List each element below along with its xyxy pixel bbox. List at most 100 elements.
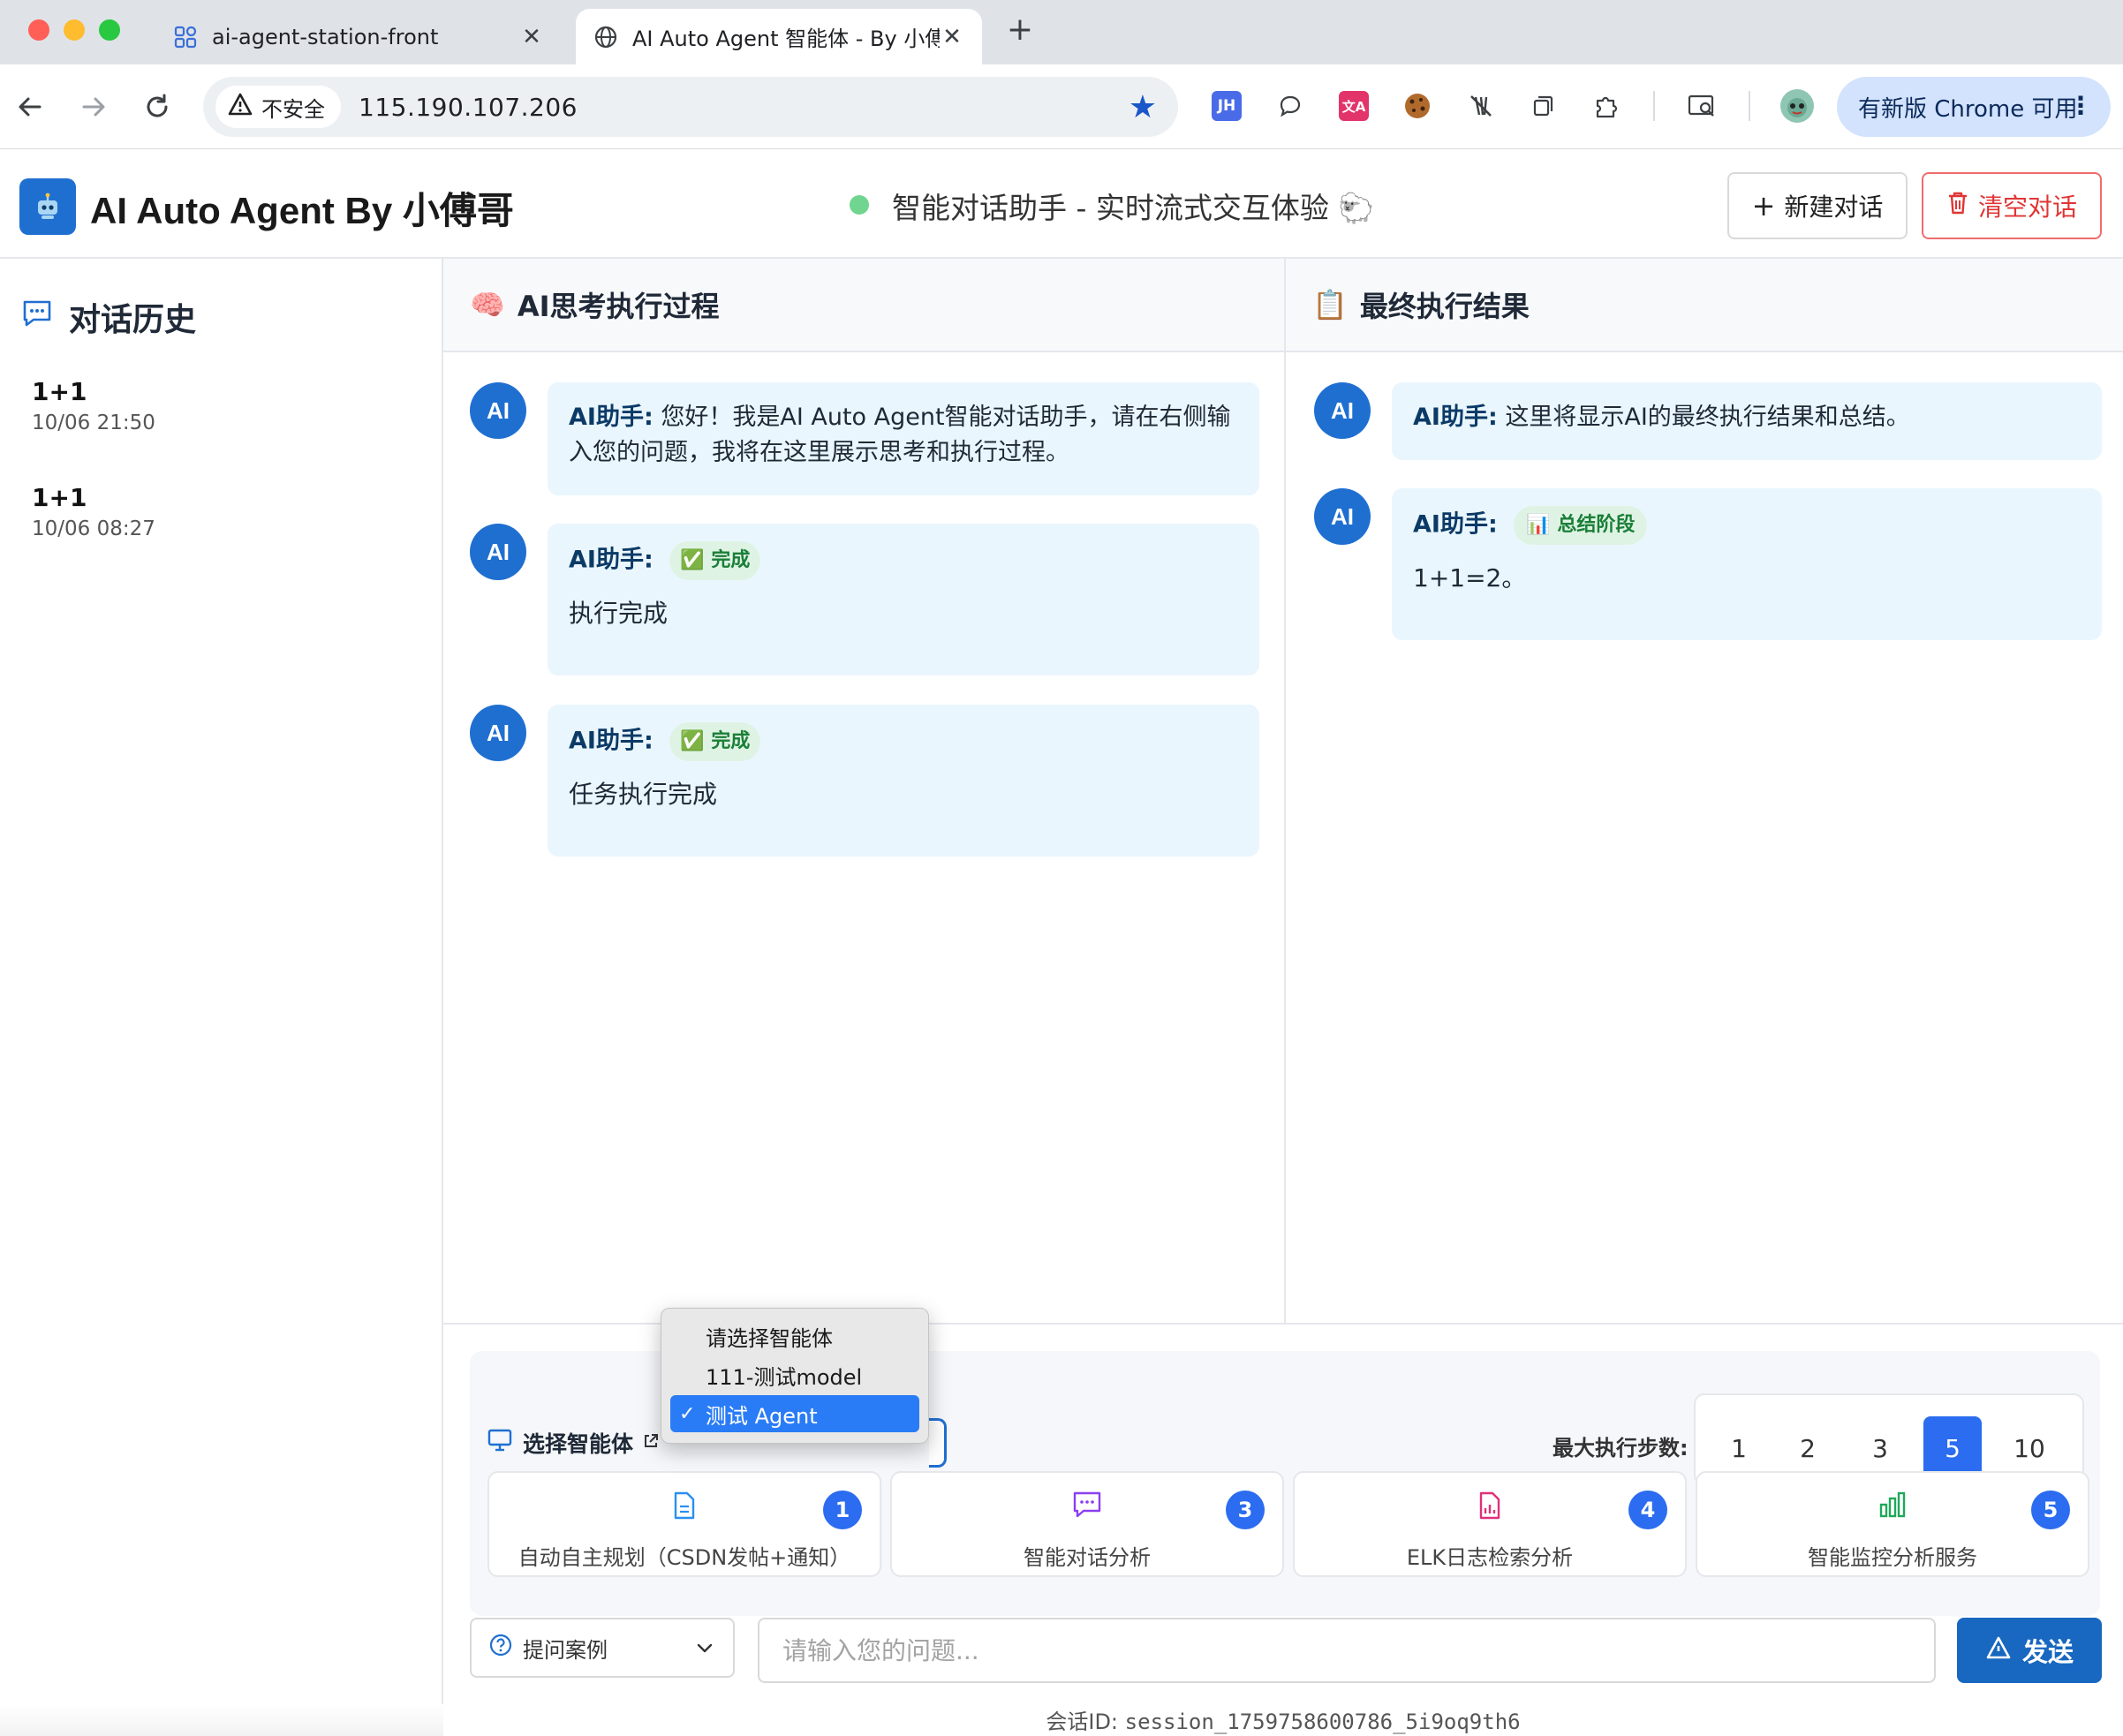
tab-ai-auto-agent[interactable]: AI Auto Agent 智能体 - By 小傅 ✕ (576, 9, 982, 64)
session-id-label: 会话ID: (1046, 1710, 1119, 1734)
message-bubble: AI助手: 您好！我是AI Auto Agent智能对话助手，请在右侧输入您的问… (548, 382, 1259, 495)
result-panel-title: 最终执行结果 (1359, 290, 1530, 323)
forward-button[interactable] (72, 86, 115, 128)
trash-icon (1946, 189, 1969, 223)
history-item-time: 10/06 21:50 (32, 411, 155, 434)
speaker-label: AI助手: (1413, 510, 1498, 539)
close-icon[interactable]: ✕ (519, 24, 544, 50)
sidebar-title: 对话历史 (21, 294, 196, 340)
send-icon (1985, 1635, 2012, 1666)
kebab-menu-icon[interactable]: ⋮ (2068, 91, 2093, 120)
new-chat-button[interactable]: + 新建对话 (1727, 172, 1908, 239)
history-item[interactable]: 1+1 10/06 21:50 (32, 377, 420, 434)
new-tab-button[interactable]: + (1005, 12, 1035, 48)
help-circle-icon (489, 1634, 512, 1662)
tab-copy-icon[interactable] (1524, 87, 1561, 125)
agent-option-selected[interactable]: ✓ 测试 Agent (670, 1395, 919, 1432)
agent-card[interactable]: 5 智能监控分析服务 (1696, 1471, 2089, 1577)
message-bubble: AI助手: 📊 总结阶段 1+1=2。 (1392, 488, 2102, 640)
session-id: 会话ID: session_1759758600786_5i9oq9th6 (443, 1704, 2123, 1735)
window-minimize-button[interactable] (64, 19, 85, 41)
message-bubble: AI助手: ✅ 完成 执行完成 (548, 524, 1259, 676)
blocker-icon[interactable] (1462, 87, 1500, 125)
agent-select-label: 选择智能体 (487, 1427, 660, 1459)
translate-icon[interactable]: 文A (1335, 87, 1372, 125)
chat-bubble-icon[interactable] (1272, 87, 1309, 125)
agent-card[interactable]: 1 自动自主规划（CSDN发帖+通知） (487, 1471, 881, 1577)
app-grid-icon (173, 25, 198, 49)
send-label: 发送 (2021, 1637, 2074, 1667)
clipboard-icon: 📋 (1312, 288, 1348, 321)
tab-title: AI Auto Agent 智能体 - By 小傅 (632, 26, 940, 51)
avatar: AI (470, 705, 526, 761)
card-number-badge: 5 (2031, 1491, 2070, 1529)
session-id-value: session_1759758600786_5i9oq9th6 (1124, 1710, 1521, 1734)
cookie-icon[interactable] (1399, 87, 1436, 125)
status-indicator (850, 195, 869, 215)
reload-button[interactable] (136, 86, 178, 128)
update-label: 有新版 Chrome 可用 (1858, 95, 2078, 123)
history-sidebar: 对话历史 1+1 10/06 21:50 1+1 10/06 08:27 (0, 259, 443, 1736)
status-badge: ✅ 完成 (669, 541, 761, 580)
history-item[interactable]: 1+1 10/06 08:27 (32, 483, 420, 540)
question-input[interactable] (758, 1618, 1936, 1683)
message-body: 1+1=2。 (1413, 563, 1527, 593)
bookmark-star-icon[interactable]: ★ (1129, 89, 1157, 125)
external-link-icon[interactable] (642, 1432, 660, 1454)
send-button[interactable]: 发送 (1957, 1618, 2102, 1683)
speaker-label: AI助手: (569, 546, 654, 574)
avatar: AI (470, 382, 526, 439)
address-bar[interactable]: 不安全 115.190.107.206 ★ (203, 77, 1178, 137)
result-panel-header: 📋 最终执行结果 (1286, 259, 2123, 352)
jh-extension-icon[interactable]: JH (1208, 87, 1245, 125)
history-item-title: 1+1 (32, 377, 87, 406)
clear-chat-button[interactable]: 清空对话 (1922, 172, 2102, 239)
thinking-panel-header: 🧠 AI思考执行过程 (443, 259, 1284, 352)
question-examples-select[interactable]: 提问案例 (470, 1618, 735, 1678)
max-steps-label: 最大执行步数: (1553, 1436, 1689, 1461)
status-badge: ✅ 完成 (669, 722, 761, 761)
agent-card[interactable]: 3 智能对话分析 (890, 1471, 1284, 1577)
thinking-panel: 🧠 AI思考执行过程 AI AI助手: 您好！我是AI Auto Agent智能… (443, 259, 1286, 1323)
toolbar-divider (1653, 91, 1655, 121)
agent-option[interactable]: 请选择智能体 (670, 1317, 919, 1355)
agent-select-dropdown: 请选择智能体 111-测试model ✓ 测试 Agent (661, 1308, 929, 1444)
back-button[interactable] (9, 86, 51, 128)
app-title: AI Auto Agent By 小傅哥 (90, 190, 514, 231)
security-chip[interactable]: 不安全 (215, 86, 341, 128)
status-badge: 📊 总结阶段 (1514, 506, 1648, 545)
message-bubble: AI助手: 这里将显示AI的最终执行结果和总结。 (1392, 382, 2102, 460)
tab-ai-agent-station-front[interactable]: ai-agent-station-front ✕ (155, 9, 562, 64)
chat-icon (1069, 1491, 1105, 1519)
security-label: 不安全 (261, 96, 325, 122)
card-label: 自动自主规划（CSDN发帖+通知） (518, 1545, 851, 1570)
tab-search-icon[interactable] (1683, 87, 1720, 125)
profile-avatar-icon[interactable] (1779, 87, 1816, 125)
result-panel: 📋 最终执行结果 AI AI助手: 这里将显示AI的最终执行结果和总结。 AI … (1286, 259, 2123, 1323)
card-number-badge: 4 (1628, 1491, 1667, 1529)
agent-option[interactable]: 111-测试model (670, 1356, 919, 1393)
examples-label: 提问案例 (523, 1637, 608, 1663)
plus-icon: + (1751, 189, 1776, 223)
report-icon (1472, 1491, 1507, 1521)
agent-card[interactable]: 4 ELK日志检索分析 (1293, 1471, 1687, 1577)
toolbar-divider (1749, 91, 1750, 121)
document-icon (667, 1491, 702, 1521)
puzzle-icon[interactable] (1588, 87, 1625, 125)
agent-select[interactable] (929, 1418, 947, 1468)
window-zoom-button[interactable] (99, 19, 120, 41)
warning-icon (228, 93, 253, 121)
url-text[interactable]: 115.190.107.206 (359, 93, 578, 122)
tab-title: ai-agent-station-front (212, 24, 439, 49)
chrome-update-button[interactable]: 有新版 Chrome 可用 ⋮ (1837, 77, 2111, 137)
chevron-down-icon (694, 1637, 715, 1664)
message-body: 执行完成 (569, 599, 669, 628)
close-icon[interactable]: ✕ (940, 24, 964, 50)
window-close-button[interactable] (28, 19, 49, 41)
message-text: 您好！我是AI Auto Agent智能对话助手，请在右侧输入您的问题，我将在这… (569, 404, 1231, 466)
message-text: 这里将显示AI的最终执行结果和总结。 (1505, 404, 1910, 431)
app-subtitle: 智能对话助手 - 实时流式交互体验 🐑 (892, 191, 1375, 225)
card-label: 智能监控分析服务 (1808, 1545, 1977, 1570)
chat-history-icon (21, 298, 53, 336)
speaker-label: AI助手: (569, 404, 654, 431)
